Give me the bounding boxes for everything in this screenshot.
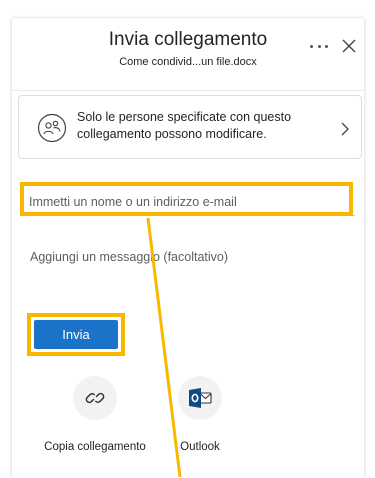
link-permissions-button[interactable]: Solo le persone specificate con questo c… xyxy=(18,95,362,159)
people-icon xyxy=(37,113,67,143)
more-dot xyxy=(317,44,321,48)
link-icon xyxy=(85,392,105,404)
close-icon[interactable] xyxy=(341,38,357,54)
file-name-subtitle: Come condivid...un file.docx xyxy=(119,56,257,68)
send-button[interactable]: Invia xyxy=(34,320,118,349)
copy-link-circle xyxy=(73,376,117,420)
more-dot xyxy=(325,44,328,48)
chevron-right-icon xyxy=(341,122,349,136)
outlook-option[interactable]: Outlook xyxy=(170,376,230,453)
outlook-label: Outlook xyxy=(180,441,220,453)
copy-link-option[interactable]: Copia collegamento xyxy=(40,376,150,453)
recipient-input[interactable] xyxy=(29,188,355,216)
header-divider xyxy=(12,90,364,91)
more-dot xyxy=(310,44,313,48)
permission-description: Solo le persone specificate con questo c… xyxy=(77,110,292,141)
outlook-icon xyxy=(189,388,212,408)
copy-link-label: Copia collegamento xyxy=(44,441,146,453)
more-options-button[interactable] xyxy=(310,39,328,53)
message-input[interactable] xyxy=(30,244,350,270)
outlook-circle xyxy=(178,376,222,420)
